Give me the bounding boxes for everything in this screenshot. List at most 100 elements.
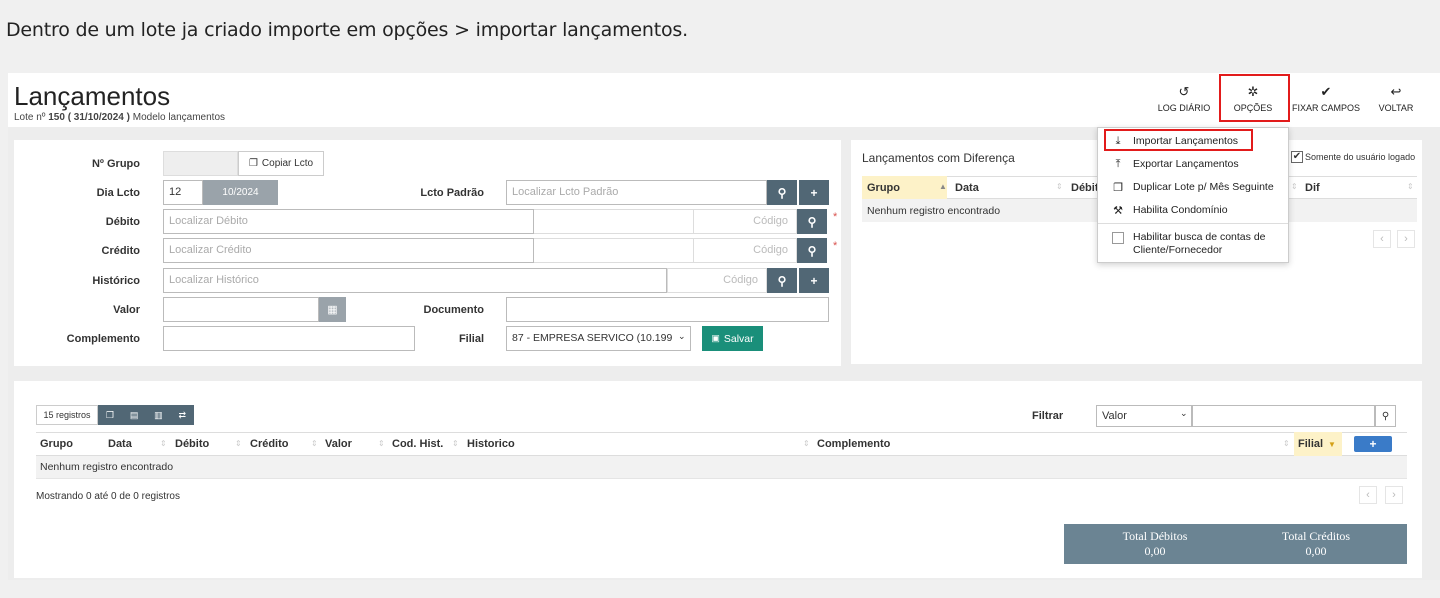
lcto-padrao-label: Lcto Padrão xyxy=(420,187,484,199)
sort-icon: ⇕ xyxy=(311,439,318,448)
sort-asc-icon: ▲ xyxy=(939,182,947,191)
menu-habilita-condominio[interactable]: ⚒ Habilita Condomínio xyxy=(1112,204,1228,217)
mes-ano-field[interactable]: 10/2024 xyxy=(203,180,278,205)
copy-icon: ❐ xyxy=(248,158,258,169)
check-icon: ✔ xyxy=(1320,84,1332,99)
col-grupo[interactable]: Grupo xyxy=(40,438,73,450)
sort-icon: ⇕ xyxy=(1283,439,1290,448)
diff-prev-button[interactable]: ‹ xyxy=(1373,230,1391,248)
historico-search-button[interactable]: ⚲ xyxy=(767,268,797,293)
complemento-input[interactable] xyxy=(163,326,415,351)
diff-col-grupo[interactable]: Grupo xyxy=(867,182,900,194)
filtro-input[interactable] xyxy=(1192,405,1375,427)
subtitle-suffix: Modelo lançamentos xyxy=(129,112,226,123)
filial-select[interactable]: 87 - EMPRESA SERVICO (10.199 xyxy=(506,326,691,351)
diff-next-button[interactable]: › xyxy=(1397,230,1415,248)
col-credito[interactable]: Crédito xyxy=(250,438,289,450)
copy-icon: ❐ xyxy=(1113,182,1123,194)
dia-lcto-input[interactable]: 12 xyxy=(163,180,203,205)
historico-codigo-input[interactable]: Código xyxy=(667,268,767,293)
col-cod-hist[interactable]: Cod. Hist. xyxy=(392,438,443,450)
copy-icon[interactable]: ❐ xyxy=(106,410,114,421)
credito-codigo-input[interactable]: Código xyxy=(693,238,797,263)
menu-importar-lancamentos[interactable]: ⤓ Importar Lançamentos xyxy=(1112,135,1239,148)
copiar-lcto-label: Copiar Lcto xyxy=(261,158,314,169)
total-creditos-label: Total Créditos xyxy=(1281,529,1351,543)
filtro-select-value: Valor xyxy=(1102,410,1127,422)
records-next-button[interactable]: › xyxy=(1385,486,1403,504)
credito-label: Crédito xyxy=(101,245,141,257)
menu-exportar-lancamentos[interactable]: ⤒ Exportar Lançamentos xyxy=(1112,158,1239,171)
log-diario-button[interactable]: ↺ LOG DIÁRIO xyxy=(1156,84,1212,120)
lcto-padrao-search-button[interactable]: ⚲ xyxy=(767,180,797,205)
records-empty-text: Nenhum registro encontrado xyxy=(40,461,174,473)
opcoes-button[interactable]: ✲ OPÇÕES xyxy=(1225,84,1281,120)
col-data[interactable]: Data xyxy=(108,438,132,450)
historico-input[interactable]: Localizar Histórico xyxy=(163,268,667,293)
total-debitos-label: Total Débitos xyxy=(1122,529,1188,543)
debito-codigo-input[interactable]: Código xyxy=(693,209,797,234)
records-prev-button[interactable]: ‹ xyxy=(1359,486,1377,504)
voltar-button[interactable]: ↩ VOLTAR xyxy=(1376,84,1416,120)
documento-input[interactable] xyxy=(506,297,829,322)
chevron-right-icon: › xyxy=(1392,489,1396,501)
credito-search-button[interactable]: ⚲ xyxy=(797,238,827,263)
filtro-search-button[interactable]: ⚲ xyxy=(1375,405,1396,427)
salvar-button[interactable]: ▣ Salvar xyxy=(702,326,763,351)
diff-col-dif[interactable]: Dif xyxy=(1305,182,1320,194)
valor-label: Valor xyxy=(113,304,140,316)
magic-wand-icon: ⚒ xyxy=(1113,205,1123,217)
dia-lcto-label: Dia Lcto xyxy=(96,187,140,199)
lcto-padrao-add-button[interactable]: + xyxy=(799,180,829,205)
credito-input[interactable]: Localizar Crédito xyxy=(163,238,534,263)
records-count: 15 registros xyxy=(36,405,98,425)
file-excel-icon[interactable]: ▤ xyxy=(130,410,139,421)
subtitle-lote: 150 ( 31/10/2024 ) xyxy=(48,112,130,123)
somente-label: Somente do usuário logado xyxy=(1305,152,1416,162)
historico-add-button[interactable]: + xyxy=(799,268,829,293)
download-icon: ⤓ xyxy=(1115,135,1121,147)
debito-search-button[interactable]: ⚲ xyxy=(797,209,827,234)
file-pdf-icon[interactable]: ▥ xyxy=(154,410,163,421)
diff-col-data[interactable]: Data xyxy=(955,182,979,194)
total-creditos-value: 0,00 xyxy=(1305,544,1327,558)
col-filial[interactable]: Filial xyxy=(1298,438,1323,450)
opcoes-menu: ⤓ Importar Lançamentos ⤒ Exportar Lançam… xyxy=(1097,127,1289,263)
exchange-icon[interactable]: ⇄ xyxy=(179,410,187,421)
menu-exportar-label: Exportar Lançamentos xyxy=(1133,158,1239,170)
chevron-down-icon: ⌄ xyxy=(678,331,686,341)
search-icon: ⚲ xyxy=(1381,410,1390,422)
col-complemento[interactable]: Complemento xyxy=(817,438,890,450)
menu-duplicar-label: Duplicar Lote p/ Mês Seguinte xyxy=(1133,181,1274,193)
col-valor[interactable]: Valor xyxy=(325,438,352,450)
copiar-lcto-button[interactable]: ❐ Copiar Lcto xyxy=(238,151,324,176)
col-historico[interactable]: Historico xyxy=(467,438,515,450)
debito-desc-field xyxy=(534,209,694,234)
somente-checkbox[interactable]: ✔ xyxy=(1291,151,1303,163)
historico-label: Histórico xyxy=(92,275,140,287)
sort-desc-icon: ▼ xyxy=(1328,440,1336,449)
calculator-icon: ▦ xyxy=(327,304,338,316)
lcto-padrao-input[interactable]: Localizar Lcto Padrão xyxy=(506,180,767,205)
fixar-campos-button[interactable]: ✔ FIXAR CAMPOS xyxy=(1292,84,1360,120)
page-subtitle: Lote nº 150 ( 31/10/2024 ) Modelo lançam… xyxy=(14,112,225,123)
page-title: Lançamentos xyxy=(14,81,171,111)
documento-label: Documento xyxy=(423,304,485,316)
reply-icon: ↩ xyxy=(1390,84,1402,99)
menu-habilitar-busca[interactable]: Habilitar busca de contas de Cliente/For… xyxy=(1112,231,1282,257)
menu-duplicar-lote[interactable]: ❐ Duplicar Lote p/ Mês Seguinte xyxy=(1112,181,1274,194)
valor-input[interactable] xyxy=(163,297,319,322)
voltar-label: VOLTAR xyxy=(1378,103,1414,113)
chevron-left-icon: ‹ xyxy=(1380,233,1384,245)
calculator-button[interactable]: ▦ xyxy=(319,297,346,322)
grupo-field[interactable] xyxy=(163,151,238,176)
filtro-select[interactable]: Valor xyxy=(1096,405,1192,427)
add-record-button[interactable]: + xyxy=(1354,436,1392,452)
col-debito[interactable]: Débito xyxy=(175,438,209,450)
diff-col-debito[interactable]: Débit xyxy=(1071,182,1099,194)
search-icon: ⚲ xyxy=(777,273,787,288)
debito-required-mark: * xyxy=(833,211,838,223)
debito-input[interactable]: Localizar Débito xyxy=(163,209,534,234)
gear-icon: ✲ xyxy=(1247,84,1259,99)
diff-empty-text: Nenhum registro encontrado xyxy=(867,205,1001,217)
